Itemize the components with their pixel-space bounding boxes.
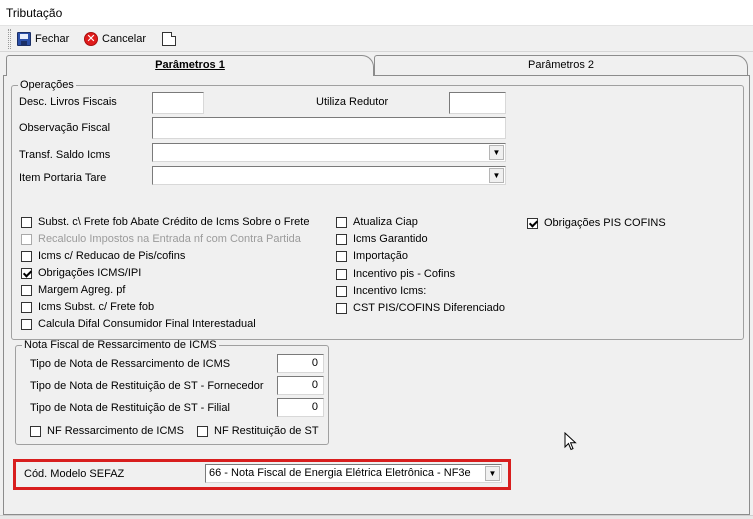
mouse-cursor-icon (564, 432, 577, 451)
chk-incentivo-pis-cofins[interactable]: Incentivo pis - Cofins (336, 268, 455, 280)
tipo-nota-ressarcimento-field[interactable]: 0 (277, 354, 324, 373)
item-portaria-select[interactable]: ▼ (152, 166, 506, 185)
checkbox-icon (336, 302, 347, 314)
checkbox-icon (21, 318, 32, 330)
cod-modelo-sefaz-label: Cód. Modelo SEFAZ (24, 468, 125, 480)
title-bar: Tributação (0, 0, 753, 26)
cancel-x-icon: ✕ (84, 32, 98, 46)
tipo-nota-restituicao-filial-label: Tipo de Nota de Restituição de ST - Fili… (30, 402, 230, 414)
checkbox-icon (30, 425, 41, 437)
transf-saldo-label: Transf. Saldo Icms (19, 149, 111, 161)
checkbox-icon (336, 233, 347, 245)
ressarcimento-legend: Nota Fiscal de Ressarcimento de ICMS (24, 339, 217, 351)
checkbox-label: Obrigações ICMS/IPI (38, 267, 142, 279)
observacao-fiscal-label: Observação Fiscal (19, 122, 111, 134)
tipo-nota-restituicao-fornecedor-label: Tipo de Nota de Restituição de ST - Forn… (30, 380, 264, 392)
tipo-nota-ressarcimento-label: Tipo de Nota de Ressarcimento de ICMS (30, 358, 231, 370)
checkbox-icon (21, 233, 32, 245)
item-portaria-label: Item Portaria Tare (19, 172, 107, 184)
bottom-edge (0, 515, 753, 519)
checkbox-icon (336, 285, 347, 297)
checkbox-label: Atualiza Ciap (353, 216, 418, 228)
tipo-nota-restituicao-filial-field[interactable]: 0 (277, 398, 324, 417)
tab-parametros-2-label: Parâmetros 2 (527, 59, 595, 71)
utiliza-redutor-field[interactable] (449, 92, 506, 114)
chk-subst-frete-fob-abate[interactable]: Subst. c\ Frete fob Abate Crédito de Icm… (21, 216, 309, 228)
close-button-label: Fechar (35, 33, 70, 45)
checkbox-label: Incentivo Icms: (353, 285, 427, 297)
dropdown-arrow-icon[interactable]: ▼ (485, 466, 500, 481)
desc-livros-field[interactable] (152, 92, 204, 114)
dropdown-arrow-icon[interactable]: ▼ (489, 168, 504, 183)
checkbox-label: Recalculo Impostos na Entrada nf com Con… (38, 233, 301, 245)
checkbox-label: Subst. c\ Frete fob Abate Crédito de Icm… (38, 216, 310, 228)
checkbox-label: Importação (353, 250, 409, 262)
toolbar-separator (0, 51, 753, 52)
close-button[interactable]: Fechar (17, 29, 69, 49)
new-document-button[interactable] (162, 29, 176, 49)
chk-obrigacoes-pis-cofins[interactable]: Obrigações PIS COFINS (527, 217, 666, 229)
save-disk-icon (17, 32, 31, 46)
checkbox-label: Obrigações PIS COFINS (544, 217, 666, 229)
chk-obrigacoes-icms-ipi[interactable]: Obrigações ICMS/IPI (21, 267, 141, 279)
chk-icms-garantido[interactable]: Icms Garantido (336, 233, 428, 245)
chk-nf-restituicao-st[interactable]: NF Restituição de ST (197, 425, 319, 437)
checkbox-icon (336, 268, 347, 280)
dropdown-arrow-icon[interactable]: ▼ (489, 145, 504, 160)
chk-margem-agreg-pf[interactable]: Margem Agreg. pf (21, 284, 125, 296)
tab-parametros-1[interactable]: Parâmetros 1 (6, 55, 374, 76)
cod-modelo-sefaz-select[interactable]: 66 - Nota Fiscal de Energia Elétrica Ele… (205, 464, 502, 483)
checkbox-label: Calcula Difal Consumidor Final Interesta… (38, 318, 256, 330)
checkbox-label: NF Ressarcimento de ICMS (47, 425, 184, 437)
cod-modelo-sefaz-value: 66 - Nota Fiscal de Energia Elétrica Ele… (209, 467, 471, 479)
chk-icms-subst-frete-fob[interactable]: Icms Subst. c/ Frete fob (21, 301, 154, 313)
checkbox-label: NF Restituição de ST (214, 425, 319, 437)
new-document-icon (162, 32, 176, 46)
chk-atualiza-ciap[interactable]: Atualiza Ciap (336, 216, 418, 228)
cancel-button-label: Cancelar (102, 33, 147, 45)
checkbox-icon (21, 250, 32, 262)
toolbar-grip[interactable] (8, 29, 11, 49)
checkbox-icon (336, 216, 347, 228)
chk-nf-ressarcimento-icms[interactable]: NF Ressarcimento de ICMS (30, 425, 184, 437)
checkbox-icon (21, 216, 32, 228)
operacoes-legend: Operações (20, 79, 74, 91)
desc-livros-label: Desc. Livros Fiscais (19, 96, 117, 108)
observacao-fiscal-field[interactable] (152, 117, 506, 139)
tipo-nota-restituicao-fornecedor-field[interactable]: 0 (277, 376, 324, 395)
chk-recalculo-impostos: Recalculo Impostos na Entrada nf com Con… (21, 233, 301, 245)
cancel-button[interactable]: ✕ Cancelar (84, 29, 146, 49)
tab-parametros-1-label: Parâmetros 1 (155, 59, 225, 71)
utiliza-redutor-label: Utiliza Redutor (316, 96, 389, 108)
checkbox-label: Icms Subst. c/ Frete fob (38, 301, 155, 313)
transf-saldo-select[interactable]: ▼ (152, 143, 506, 162)
chk-calcula-difal[interactable]: Calcula Difal Consumidor Final Interesta… (21, 318, 256, 330)
checkbox-icon (336, 250, 347, 262)
checkbox-label: Incentivo pis - Cofins (353, 268, 456, 280)
tab-parametros-2[interactable]: Parâmetros 2 (374, 55, 748, 75)
chk-importacao[interactable]: Importação (336, 250, 408, 262)
checkbox-label: CST PIS/COFINS Diferenciado (353, 302, 506, 314)
chk-icms-reducao-pis-cofins[interactable]: Icms c/ Reducao de Pis/cofins (21, 250, 185, 262)
checkbox-label: Margem Agreg. pf (38, 284, 126, 296)
checkbox-checked-icon (21, 267, 32, 279)
checkbox-checked-icon (527, 217, 538, 229)
chk-incentivo-icms[interactable]: Incentivo Icms: (336, 285, 426, 297)
checkbox-icon (21, 284, 32, 296)
checkbox-icon (197, 425, 208, 437)
chk-cst-pis-cofins-diferenciado[interactable]: CST PIS/COFINS Diferenciado (336, 302, 505, 314)
checkbox-label: Icms Garantido (353, 233, 428, 245)
window-title: Tributação (6, 6, 63, 20)
checkbox-icon (21, 301, 32, 313)
checkbox-label: Icms c/ Reducao de Pis/cofins (38, 250, 186, 262)
